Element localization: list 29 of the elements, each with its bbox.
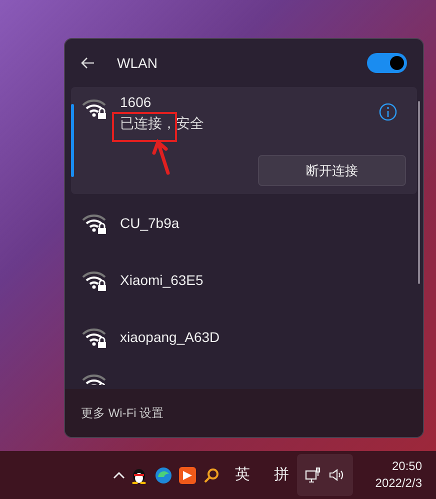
- network-item[interactable]: xiaopang_A63D: [71, 308, 417, 365]
- disconnect-button[interactable]: 断开连接: [258, 155, 406, 186]
- volume-icon: [329, 468, 345, 482]
- clock-date[interactable]: 2022/2/3: [375, 475, 422, 492]
- network-item[interactable]: CU_7b9a: [71, 194, 417, 251]
- chevron-up-icon[interactable]: [112, 470, 126, 480]
- info-icon[interactable]: [379, 103, 397, 121]
- browser-icon[interactable]: [155, 466, 172, 484]
- panel-title: WLAN: [117, 54, 158, 73]
- network-item[interactable]: Xiaomi_63E5: [71, 251, 417, 308]
- network-item[interactable]: 1606 已连接，安全 断开连接: [71, 87, 417, 194]
- network-status: 已连接，安全: [120, 114, 204, 132]
- ime-indicator[interactable]: 拼: [274, 464, 289, 486]
- network-name: xiaopang_A63D: [120, 328, 220, 346]
- network-icon: [305, 467, 321, 483]
- ime-mode-indicator[interactable]: 英: [235, 464, 250, 486]
- network-volume-button[interactable]: [297, 454, 353, 496]
- network-name: 1606: [120, 93, 152, 111]
- annotation-drawing: [112, 112, 177, 175]
- scrollbar-icon[interactable]: [418, 101, 420, 284]
- video-app-icon[interactable]: [179, 466, 196, 484]
- more-wifi-settings-link[interactable]: 更多 Wi-Fi 设置: [81, 405, 164, 421]
- wifi-toggle[interactable]: [367, 53, 407, 73]
- back-arrow-icon: [81, 57, 95, 69]
- clock-time[interactable]: 20:50: [392, 458, 422, 475]
- network-name: Xiaomi_63E5: [120, 270, 204, 290]
- penguin-icon[interactable]: [131, 466, 147, 484]
- network-name: CU_7b9a: [120, 214, 180, 232]
- search-icon[interactable]: [204, 468, 219, 482]
